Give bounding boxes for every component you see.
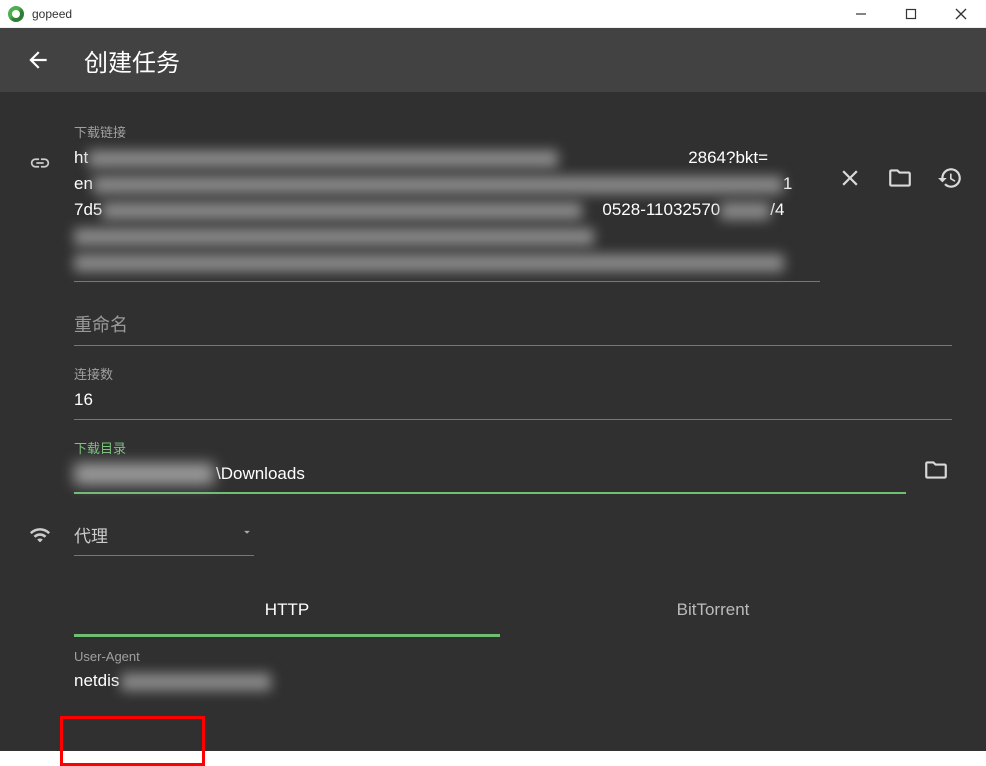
download-dir-label: 下载目录 <box>74 438 906 457</box>
maximize-button[interactable] <box>886 0 936 28</box>
proxy-value: 代理 <box>74 522 240 547</box>
tab-http[interactable]: HTTP <box>74 586 500 637</box>
protocol-tabs: HTTP BitTorrent <box>74 586 926 637</box>
history-button[interactable] <box>934 162 966 194</box>
download-link-label: 下载链接 <box>74 122 820 141</box>
browse-folder-button[interactable] <box>920 454 952 486</box>
app-icon <box>8 6 24 22</box>
wifi-icon <box>29 524 51 546</box>
close-button[interactable] <box>936 0 986 28</box>
window-title: gopeed <box>32 7 72 21</box>
download-dir-input[interactable]: \Downloads <box>74 461 906 487</box>
back-button[interactable] <box>20 42 56 78</box>
connections-input[interactable]: 16 <box>74 387 952 413</box>
censored-path <box>74 463 214 485</box>
tab-bittorrent[interactable]: BitTorrent <box>500 586 926 637</box>
link-icon <box>29 152 51 174</box>
clear-button[interactable] <box>834 162 866 194</box>
download-link-input[interactable]: ht2864?bkt= en1 7d50528-11032570/4 <box>74 145 820 275</box>
page-title: 创建任务 <box>84 43 180 78</box>
proxy-select[interactable]: 代理 <box>74 514 254 556</box>
folder-button[interactable] <box>884 162 916 194</box>
window-titlebar: gopeed <box>0 0 986 28</box>
chevron-down-icon <box>240 525 254 544</box>
rename-input[interactable]: 重命名 <box>74 312 952 339</box>
user-agent-label: User-Agent <box>74 649 926 664</box>
app-header: 创建任务 <box>0 28 986 92</box>
user-agent-input[interactable]: netdis <box>74 668 926 694</box>
annotation-highlight <box>60 716 205 766</box>
minimize-button[interactable] <box>836 0 886 28</box>
connections-label: 连接数 <box>74 364 952 383</box>
